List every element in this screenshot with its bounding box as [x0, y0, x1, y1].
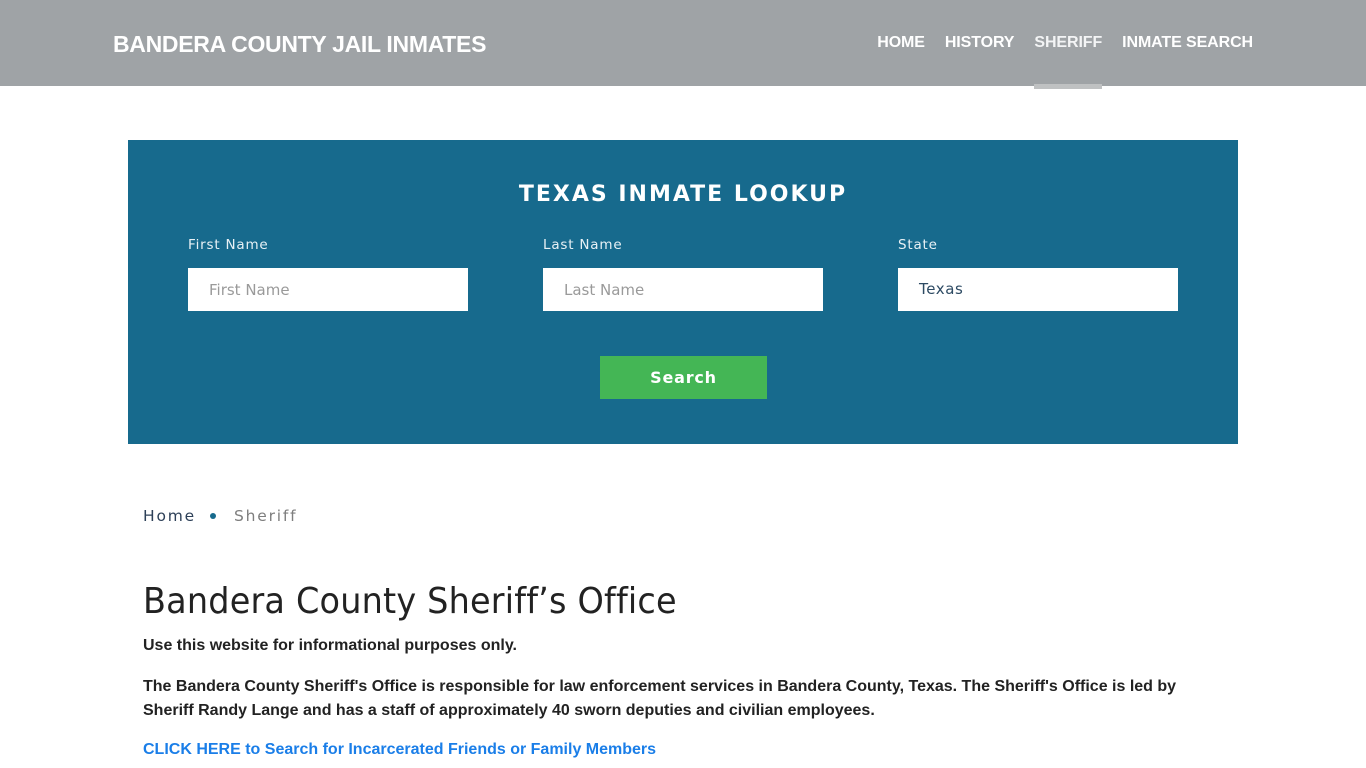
page-title: Bandera County Sheriff’s Office	[143, 581, 677, 622]
nav-sheriff[interactable]: SHERIFF	[1034, 0, 1103, 89]
breadcrumb-separator-dot-icon	[209, 513, 216, 519]
nav-home[interactable]: HOME	[877, 0, 925, 86]
last-name-input[interactable]	[543, 268, 823, 311]
nav-sheriff-label: SHERIFF	[1034, 34, 1103, 51]
state-label: State	[898, 237, 938, 253]
state-select[interactable]: Texas	[898, 268, 1178, 311]
breadcrumb: Home Sheriff	[143, 505, 297, 527]
first-name-label: First Name	[188, 237, 269, 253]
main-nav: HOME HISTORY SHERIFF INMATE SEARCH	[857, 0, 1253, 89]
site-header: BANDERA COUNTY JAIL INMATES HOME HISTORY…	[0, 0, 1366, 89]
search-button[interactable]: Search	[600, 356, 767, 399]
sheriff-description: The Bandera County Sheriff's Office is r…	[143, 678, 1177, 719]
search-inmates-link[interactable]: CLICK HERE to Search for Incarcerated Fr…	[143, 740, 656, 760]
active-nav-indicator	[1034, 84, 1103, 89]
nav-history[interactable]: HISTORY	[945, 0, 1015, 86]
breadcrumb-home[interactable]: Home	[143, 505, 196, 527]
site-logo-link[interactable]: BANDERA COUNTY JAIL INMATES	[113, 29, 486, 59]
nav-inmate-search[interactable]: INMATE SEARCH	[1122, 0, 1253, 86]
last-name-label: Last Name	[543, 237, 623, 253]
disclaimer-text: Use this website for informational purpo…	[143, 637, 517, 654]
breadcrumb-current: Sheriff	[233, 507, 298, 525]
lookup-title: TEXAS INMATE LOOKUP	[518, 182, 848, 207]
first-name-input[interactable]	[188, 268, 468, 311]
